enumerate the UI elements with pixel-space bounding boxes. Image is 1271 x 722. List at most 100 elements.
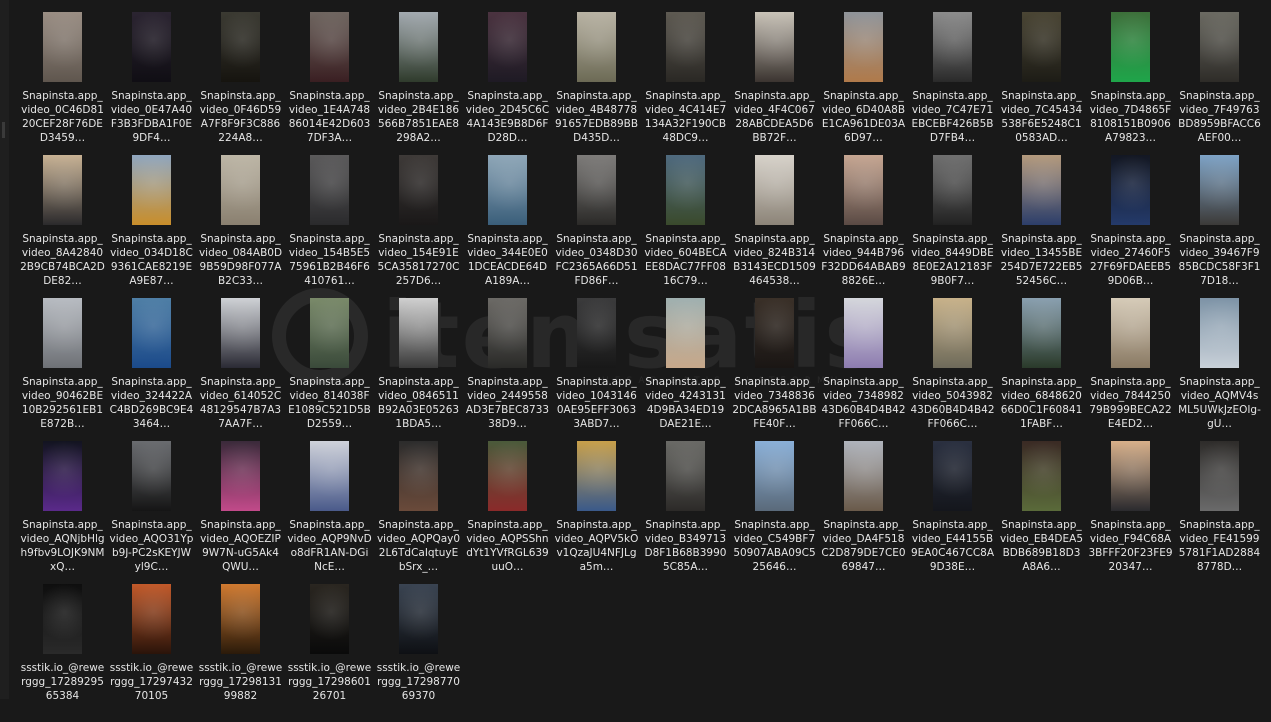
file-name: Snapinsta.app_video_27460F527F69FDAEEB59… — [1089, 233, 1172, 287]
video-thumbnail — [1200, 441, 1239, 511]
file-item[interactable]: Snapinsta.app_video_4C414E7134A32F190CB4… — [641, 7, 730, 150]
file-explorer-view: itemsatis HESAP SATIŞ PLATFORMU Snapinst… — [0, 0, 1271, 702]
file-item[interactable]: Snapinsta.app_video_8A428402B9CB74BCA2DD… — [18, 150, 107, 293]
video-thumbnail — [844, 441, 883, 511]
file-name: Snapinsta.app_video_4F4C06728ABCDEA5D6BB… — [734, 90, 815, 144]
file-item[interactable]: Snapinsta.app_video_824B314B3143ECD15094… — [730, 150, 819, 293]
file-item[interactable]: Snapinsta.app_video_F94C68A3BFFF20F23FE9… — [1086, 436, 1175, 579]
file-name: Snapinsta.app_video_7F49763BD8959BFACC6A… — [1178, 90, 1261, 144]
file-item[interactable]: Snapinsta.app_video_0348D30FC2365A66D51F… — [552, 150, 641, 293]
file-item[interactable]: Snapinsta.app_video_27460F527F69FDAEEB59… — [1086, 150, 1175, 293]
file-name: Snapinsta.app_video_C549BF750907ABA09C52… — [733, 519, 816, 573]
file-item[interactable]: Snapinsta.app_video_AQP9NvDo8dFR1AN-DGiN… — [285, 436, 374, 579]
file-item[interactable]: Snapinsta.app_video_6D40A8BE1CA961DE03A6… — [819, 7, 908, 150]
file-item[interactable]: Snapinsta.app_video_1E4A74886014E42D6037… — [285, 7, 374, 150]
video-thumbnail — [221, 298, 260, 368]
file-item[interactable]: Snapinsta.app_video_154E91E5CA35817270C2… — [374, 150, 463, 293]
file-item[interactable]: Snapinsta.app_video_90462BE10B292561EB1E… — [18, 293, 107, 436]
file-item[interactable]: Snapinsta.app_video_614052C48129547B7A37… — [196, 293, 285, 436]
file-item[interactable]: Snapinsta.app_video_13455BE254D7E722EB55… — [997, 150, 1086, 293]
file-name: Snapinsta.app_video_2D45C6C4A143E9B8D6FD… — [465, 90, 550, 144]
file-item[interactable]: Snapinsta.app_video_DA4F518C2D879DE7CE06… — [819, 436, 908, 579]
file-item[interactable]: Snapinsta.app_video_7C47E71EBCEBF426B5BD… — [908, 7, 997, 150]
video-thumbnail — [488, 441, 527, 511]
file-item[interactable]: Snapinsta.app_video_E44155B9EA0C467CC8A9… — [908, 436, 997, 579]
file-item[interactable]: Snapinsta.app_video_FE415995781F1AD28848… — [1175, 436, 1264, 579]
file-item[interactable]: Snapinsta.app_video_0E47A40F3B3FDBA1F0E9… — [107, 7, 196, 150]
file-item[interactable]: Snapinsta.app_video_7C45434538F6E5248C10… — [997, 7, 1086, 150]
file-item[interactable]: Snapinsta.app_video_504398243D60B4D4B42F… — [908, 293, 997, 436]
file-item[interactable]: Snapinsta.app_video_10431460AE95EFF30633… — [552, 293, 641, 436]
file-item[interactable]: Snapinsta.app_video_084AB0D9B59D98F077AB… — [196, 150, 285, 293]
file-name: Snapinsta.app_video_7C47E71EBCEBF426B5BD… — [911, 90, 994, 144]
file-item[interactable]: ssstik.io_@rewerggg_1729743270105 — [107, 579, 196, 722]
file-item[interactable]: Snapinsta.app_video_0846511B92A03E052631… — [374, 293, 463, 436]
file-item[interactable]: Snapinsta.app_video_C549BF750907ABA09C52… — [730, 436, 819, 579]
video-thumbnail — [1200, 155, 1239, 225]
file-name: Snapinsta.app_video_1E4A74886014E42D6037… — [288, 90, 371, 144]
file-item[interactable]: Snapinsta.app_video_324422AC4BD269BC9E43… — [107, 293, 196, 436]
file-item[interactable]: ssstik.io_@rewerggg_1729860126701 — [285, 579, 374, 722]
nav-pane-splitter[interactable] — [2, 122, 5, 138]
video-thumbnail — [755, 155, 794, 225]
file-item[interactable]: Snapinsta.app_video_154B5E575961B2B46F64… — [285, 150, 374, 293]
file-item[interactable]: Snapinsta.app_video_604BECAEE8DAC77FF081… — [641, 150, 730, 293]
file-item[interactable]: Snapinsta.app_video_2B4E186566B7851EAE82… — [374, 7, 463, 150]
file-item[interactable]: Snapinsta.app_video_AQOEZIP9W7N-uG5Ak4QW… — [196, 436, 285, 579]
file-name: Snapinsta.app_video_7D4865F8108151B0906A… — [1089, 90, 1172, 144]
file-item[interactable]: Snapinsta.app_video_AQPQay02L6TdCaIqtuyE… — [374, 436, 463, 579]
file-item[interactable]: Snapinsta.app_video_0F46D59A7F8F9F3C8862… — [196, 7, 285, 150]
file-name: Snapinsta.app_video_154B5E575961B2B46F64… — [288, 233, 371, 287]
video-thumbnail — [577, 12, 616, 82]
video-thumbnail — [132, 155, 171, 225]
file-name: ssstik.io_@rewerggg_1729877069370 — [376, 662, 461, 702]
file-item[interactable]: Snapinsta.app_video_7D4865F8108151B0906A… — [1086, 7, 1175, 150]
file-item[interactable]: Snapinsta.app_video_034D18C9361CAE8219EA… — [107, 150, 196, 293]
file-item[interactable]: ssstik.io_@rewerggg_1729813199882 — [196, 579, 285, 722]
file-item[interactable]: Snapinsta.app_video_2D45C6C4A143E9B8D6FD… — [463, 7, 552, 150]
file-item[interactable]: Snapinsta.app_video_4F4C06728ABCDEA5D6BB… — [730, 7, 819, 150]
file-item[interactable]: Snapinsta.app_video_AQPV5kOv1QzaJU4NFJLg… — [552, 436, 641, 579]
file-item[interactable]: Snapinsta.app_video_734898243D60B4D4B42F… — [819, 293, 908, 436]
video-thumbnail — [844, 155, 883, 225]
file-item[interactable]: Snapinsta.app_video_73488362DCA8965A1BBF… — [730, 293, 819, 436]
file-item[interactable]: Snapinsta.app_video_8449DBE8E0E2A12183F9… — [908, 150, 997, 293]
file-item[interactable]: ssstik.io_@rewerggg_1729877069370 — [374, 579, 463, 722]
file-item[interactable]: Snapinsta.app_video_814038FE1089C521D5BD… — [285, 293, 374, 436]
file-name: Snapinsta.app_video_614052C48129547B7A37… — [199, 376, 282, 430]
file-item[interactable]: Snapinsta.app_video_2449558AD3E7BEC87333… — [463, 293, 552, 436]
file-item[interactable]: Snapinsta.app_video_944B796F32DD64ABAB98… — [819, 150, 908, 293]
video-thumbnail — [1022, 12, 1061, 82]
video-thumbnail — [132, 12, 171, 82]
file-name: Snapinsta.app_video_0348D30FC2365A66D51F… — [555, 233, 638, 287]
file-item[interactable]: Snapinsta.app_video_B349713D8F1B68B39905… — [641, 436, 730, 579]
video-thumbnail — [399, 12, 438, 82]
file-item[interactable]: Snapinsta.app_video_0C46D8120CEF28F76DED… — [18, 7, 107, 150]
file-item[interactable]: ssstik.io_@rewerggg_1728929565384 — [18, 579, 107, 722]
video-thumbnail — [666, 155, 705, 225]
video-thumbnail — [488, 298, 527, 368]
video-thumbnail — [1111, 441, 1150, 511]
file-name: Snapinsta.app_video_AQO31Ypb9J-PC2sKEYJW… — [109, 519, 194, 573]
video-thumbnail — [577, 441, 616, 511]
video-thumbnail — [666, 298, 705, 368]
file-item[interactable]: Snapinsta.app_video_7F49763BD8959BFACC6A… — [1175, 7, 1264, 150]
file-item[interactable]: Snapinsta.app_video_AQO31Ypb9J-PC2sKEYJW… — [107, 436, 196, 579]
file-item[interactable]: Snapinsta.app_video_AQNjbHlgh9fbv9LOJK9N… — [18, 436, 107, 579]
file-item[interactable]: Snapinsta.app_video_4B4877891657EDB89BBD… — [552, 7, 641, 150]
file-item[interactable]: Snapinsta.app_video_AQMV4sML5UWkJzEOIg-g… — [1175, 293, 1264, 436]
video-thumbnail — [933, 12, 972, 82]
file-item[interactable]: Snapinsta.app_video_42431314D9BA34ED19DA… — [641, 293, 730, 436]
video-thumbnail — [310, 298, 349, 368]
video-thumbnail — [221, 441, 260, 511]
video-thumbnail — [933, 441, 972, 511]
file-item[interactable]: Snapinsta.app_video_AQPSShndYt1YVfRGL639… — [463, 436, 552, 579]
file-item[interactable]: Snapinsta.app_video_344E0E01DCEACDE64DA1… — [463, 150, 552, 293]
file-item[interactable]: Snapinsta.app_video_EB4DEA5BDB689B18D3A8… — [997, 436, 1086, 579]
file-item[interactable]: Snapinsta.app_video_684862066D0C1F608411… — [997, 293, 1086, 436]
video-thumbnail — [132, 584, 171, 654]
video-thumbnail — [755, 298, 794, 368]
file-item[interactable]: Snapinsta.app_video_39467F985BCDC58F3F17… — [1175, 150, 1264, 293]
video-thumbnail — [488, 155, 527, 225]
file-item[interactable]: Snapinsta.app_video_784425079B999BECA22E… — [1086, 293, 1175, 436]
